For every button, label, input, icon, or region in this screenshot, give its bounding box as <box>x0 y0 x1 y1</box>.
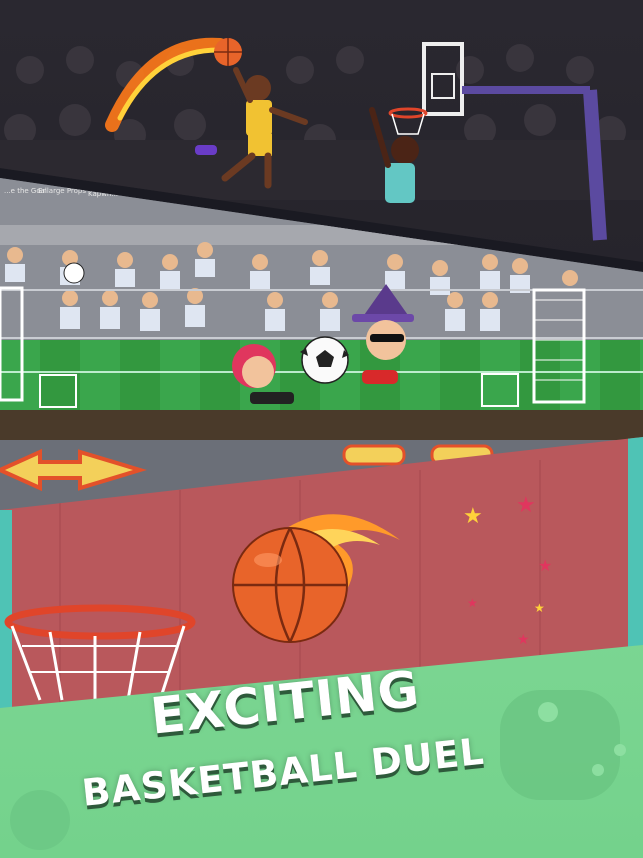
arrow-left-icon[interactable] <box>0 450 60 490</box>
star-icon: ★ <box>534 601 545 615</box>
star-icon: ★ <box>463 504 483 529</box>
power-hint-enlarge: Enlarge Props <box>38 187 87 195</box>
power-hint-third: Kapwn... <box>88 190 119 198</box>
arrow-right-icon[interactable] <box>62 450 142 490</box>
fire-basketball <box>232 527 348 643</box>
gamepad-icon <box>500 690 626 800</box>
crowd-silhouettes <box>0 44 643 200</box>
star-icon: ★ <box>516 493 536 518</box>
star-icon: ★ <box>467 596 478 610</box>
star-icon: ★ <box>517 632 530 648</box>
star-icon: ★ <box>538 556 553 575</box>
